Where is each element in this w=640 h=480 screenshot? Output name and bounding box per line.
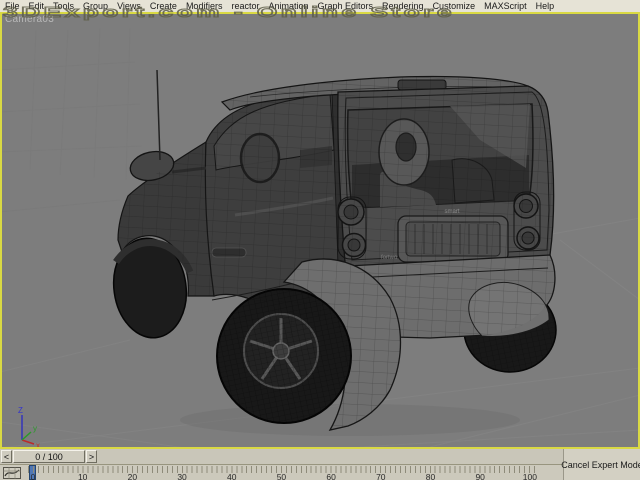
- menu-item[interactable]: Customize: [433, 1, 476, 11]
- menu-item[interactable]: Tools: [53, 1, 74, 11]
- viewport-label[interactable]: Camera03: [5, 14, 54, 25]
- menu-item[interactable]: Graph Editors: [318, 1, 374, 11]
- time-slider-thumb[interactable]: 0 / 100: [13, 450, 85, 463]
- scene-canvas: smart fortwo Z y x: [2, 27, 638, 447]
- menu-item[interactable]: Animation: [268, 1, 308, 11]
- menu-item[interactable]: Edit: [29, 1, 45, 11]
- menu-item[interactable]: reactor: [231, 1, 259, 11]
- tick-label: 70: [376, 472, 386, 480]
- tick-label: 80: [425, 472, 436, 480]
- tick-label: 10: [77, 472, 88, 480]
- tick-label: 20: [127, 472, 138, 480]
- camera-viewport[interactable]: smart fortwo Z y x Camera03: [0, 12, 640, 449]
- menu-item[interactable]: Create: [150, 1, 177, 11]
- home-grid-faint: [2, 27, 143, 213]
- menu-item[interactable]: Modifiers: [186, 1, 223, 11]
- tick-label: 90: [475, 472, 485, 480]
- menu-bar: File Edit Tools Group Views Create Modifiers re…: [0, 0, 640, 12]
- tick-label: 30: [177, 472, 187, 480]
- tick-label: 50: [276, 472, 287, 480]
- menu-item[interactable]: MAXScript: [484, 1, 527, 11]
- car-model[interactable]: smart fortwo: [100, 60, 570, 440]
- tick-label: 40: [227, 472, 237, 480]
- menu-item[interactable]: Help: [536, 1, 555, 11]
- menu-item[interactable]: Group: [83, 1, 108, 11]
- bottom-bar: < 0 / 100 > 0 10 20 30 40 50 60 70 80 90 100 Cance…: [0, 449, 640, 480]
- next-frame-button[interactable]: >: [86, 450, 97, 463]
- cancel-expert-mode-button[interactable]: Cancel Expert Mode: [561, 449, 640, 480]
- axis-z-label: Z: [18, 406, 23, 415]
- axis-y-label: y: [33, 424, 37, 433]
- tick-label: 100: [522, 472, 537, 480]
- menu-item[interactable]: Rendering: [382, 1, 424, 11]
- menu-item[interactable]: File: [5, 1, 20, 11]
- previous-frame-button[interactable]: <: [1, 450, 12, 463]
- application-window: File Edit Tools Group Views Create Modifiers re…: [0, 0, 640, 480]
- axis-x-label: x: [36, 441, 40, 447]
- track-bar[interactable]: 0 10 20 30 40 50 60 70 80 90 100: [0, 464, 640, 480]
- menu-item[interactable]: Views: [117, 1, 141, 11]
- tick-label: 60: [326, 472, 336, 480]
- tick-label: 0: [30, 472, 36, 480]
- mini-curve-editor-icon[interactable]: [3, 467, 21, 479]
- track-tick-labels: 0 10 20 30 40 50 60 70 80 90 100: [24, 472, 539, 480]
